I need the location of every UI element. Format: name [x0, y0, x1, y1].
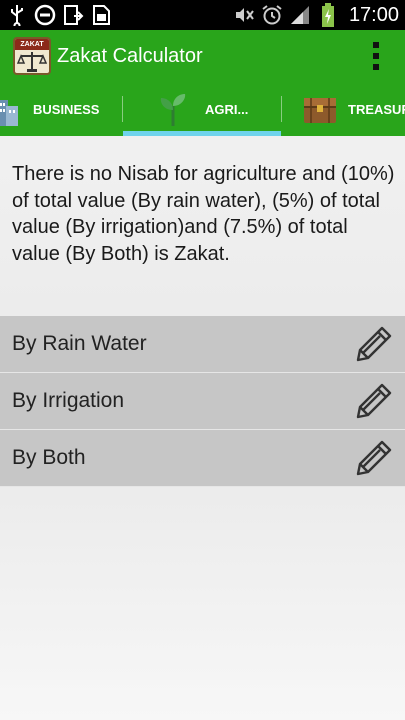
treasure-chest-icon: [304, 98, 336, 123]
buildings-icon: [0, 100, 18, 126]
tab-selected-indicator: [123, 131, 281, 136]
status-left-icons: [6, 4, 112, 26]
option-label: By Irrigation: [12, 389, 125, 412]
option-label: By Both: [12, 446, 86, 469]
signal-icon: [289, 4, 311, 26]
agriculture-description: There is no Nisab for agriculture and (1…: [12, 163, 395, 265]
alarm-icon: [261, 4, 283, 26]
option-irrigation[interactable]: By Irrigation: [0, 373, 405, 430]
app-logo[interactable]: ZAKAT: [13, 37, 51, 75]
pencil-icon[interactable]: [355, 325, 393, 363]
app-title: Zakat Calculator: [57, 44, 203, 67]
status-time: 17:00: [348, 3, 399, 26]
option-rain-water[interactable]: By Rain Water: [0, 316, 405, 373]
tab-business-label: BUSINESS: [33, 101, 100, 117]
usb-icon: [6, 4, 28, 26]
mute-icon: [233, 4, 255, 26]
app-logo-text: ZAKAT: [15, 39, 49, 50]
plant-icon: [160, 94, 186, 126]
sim-icon: [90, 4, 112, 26]
blocked-icon: [34, 4, 56, 26]
option-both[interactable]: By Both: [0, 430, 405, 487]
scales-icon: [17, 52, 47, 72]
download-icon: [62, 4, 84, 26]
tab-agriculture-label: AGRI...: [205, 101, 249, 117]
tab-treasure[interactable]: TREASURE: [282, 82, 405, 136]
option-label: By Rain Water: [12, 332, 147, 355]
action-bar: ZAKAT Zakat Calculator: [0, 30, 405, 82]
pencil-icon[interactable]: [355, 382, 393, 420]
status-right-icons: 17:00: [233, 3, 399, 27]
pencil-icon[interactable]: [355, 439, 393, 477]
option-list: By Rain Water By Irrigation By Both: [0, 316, 405, 487]
overflow-menu-icon[interactable]: [371, 42, 381, 70]
status-bar: 17:00: [0, 0, 405, 30]
tab-treasure-label: TREASURE: [348, 101, 405, 117]
tab-bar: BUSINESS AGRI... TREASURE: [0, 82, 405, 136]
tab-agriculture[interactable]: AGRI...: [123, 82, 281, 136]
battery-icon: [317, 3, 339, 27]
tab-business[interactable]: BUSINESS: [0, 82, 122, 136]
